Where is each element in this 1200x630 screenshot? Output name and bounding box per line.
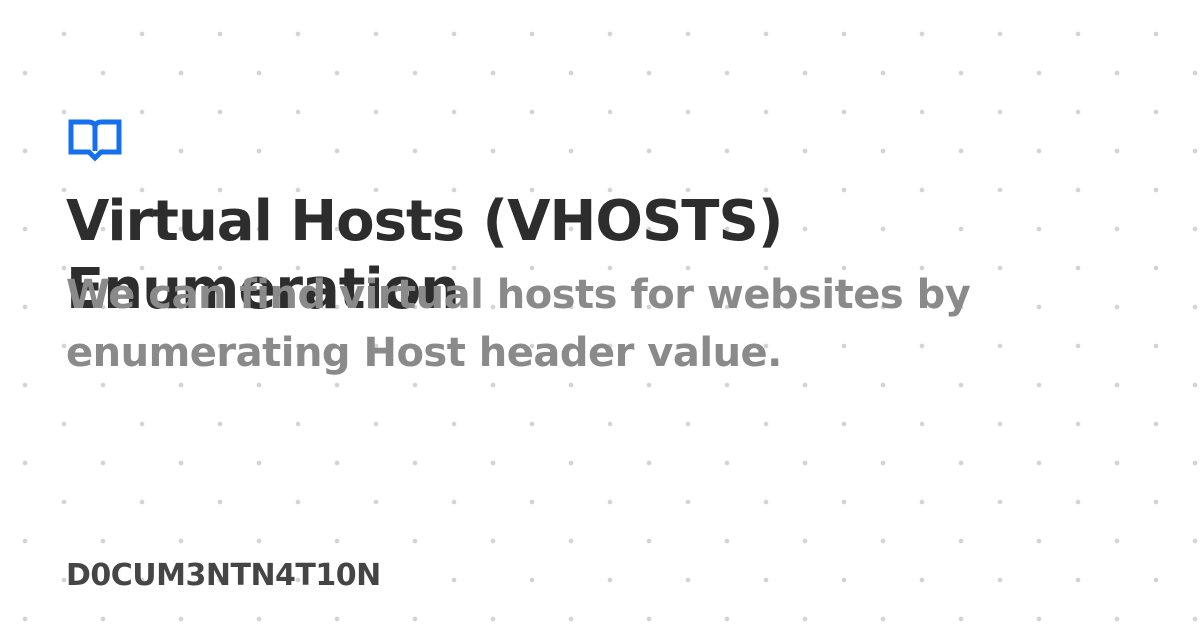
open-book-icon: [66, 117, 124, 163]
page-description: We can find virtual hosts for websites b…: [66, 272, 971, 376]
site-name: D0CUM3NTN4T10N: [66, 558, 381, 593]
